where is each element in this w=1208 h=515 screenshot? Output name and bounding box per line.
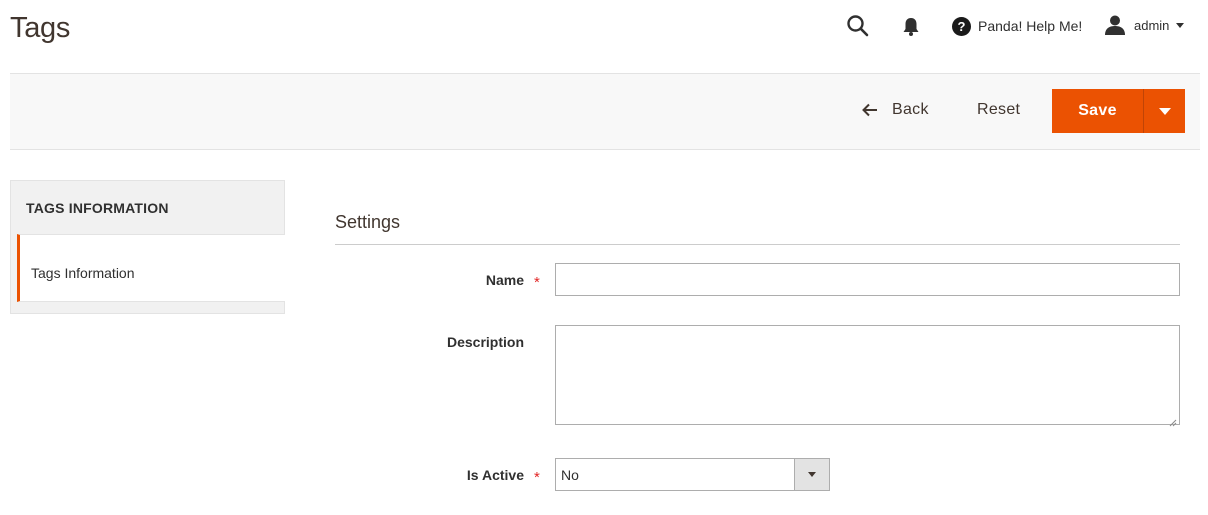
sidebar-item-label: Tags Information <box>31 265 135 281</box>
back-label: Back <box>892 101 929 118</box>
description-field[interactable] <box>555 325 1180 427</box>
user-label: admin <box>1134 17 1170 33</box>
caret-down-icon <box>1158 107 1171 115</box>
help-link[interactable]: ? Panda! Help Me! <box>952 16 1082 36</box>
arrow-left-icon <box>862 103 878 117</box>
caret-down-icon <box>808 472 816 477</box>
select-toggle[interactable] <box>794 459 829 490</box>
save-options-toggle[interactable] <box>1143 89 1185 133</box>
back-button[interactable]: Back <box>862 101 929 119</box>
save-button[interactable]: Save <box>1052 89 1143 133</box>
page-actions-bar: Back Reset Save <box>10 73 1200 150</box>
sidebar-item-tags-information[interactable]: Tags Information <box>17 234 285 302</box>
save-button-group: Save <box>1052 89 1185 133</box>
bell-icon[interactable] <box>901 15 921 37</box>
page-title: Tags <box>10 12 71 44</box>
required-marker: * <box>534 469 540 486</box>
is-active-label: Is Active <box>466 467 524 483</box>
required-marker: * <box>534 274 540 291</box>
resize-handle-icon[interactable] <box>1169 414 1177 427</box>
user-icon <box>1104 15 1126 35</box>
question-icon: ? <box>952 16 971 36</box>
sidebar-panel: TAGS INFORMATION Tags Information <box>10 180 285 314</box>
description-label: Description <box>446 334 524 350</box>
help-label: Panda! Help Me! <box>978 18 1083 34</box>
search-icon[interactable] <box>846 14 870 38</box>
reset-button[interactable]: Reset <box>977 101 1020 119</box>
is-active-value: No <box>561 467 579 483</box>
user-menu[interactable]: admin <box>1104 15 1185 35</box>
chevron-down-icon <box>1176 22 1185 28</box>
sidebar-title: TAGS INFORMATION <box>26 200 169 216</box>
is-active-select[interactable]: No <box>555 458 830 491</box>
name-label: Name <box>485 272 524 288</box>
section-title: Settings <box>335 212 401 232</box>
name-field[interactable] <box>555 263 1180 296</box>
section-divider <box>335 244 1180 245</box>
